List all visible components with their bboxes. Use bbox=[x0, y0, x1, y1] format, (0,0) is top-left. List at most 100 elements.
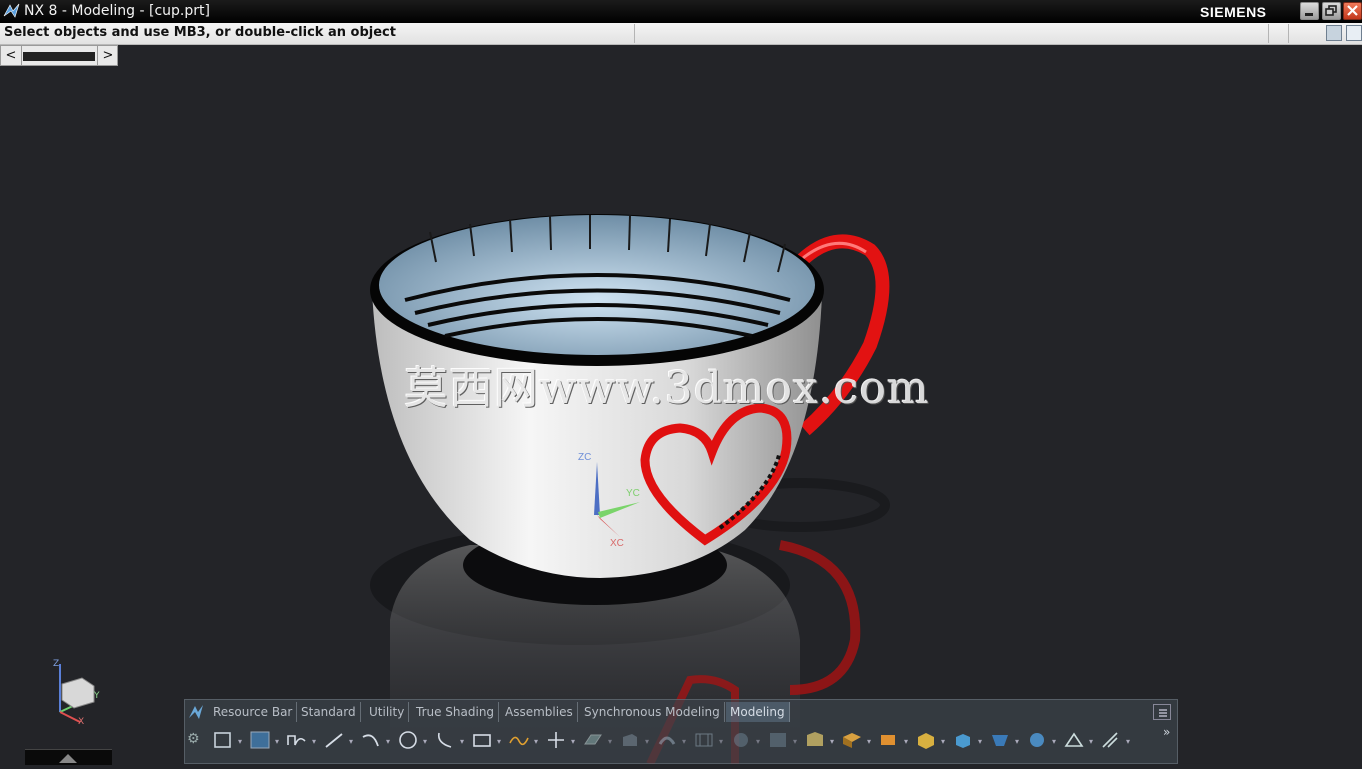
dropdown-caret-icon[interactable]: ▾ bbox=[386, 737, 390, 746]
dropdown-caret-icon[interactable]: ▾ bbox=[534, 737, 538, 746]
sketch-icon bbox=[214, 732, 231, 748]
nav-prev-button[interactable]: < bbox=[1, 46, 22, 65]
dropdown-caret-icon[interactable]: ▾ bbox=[682, 737, 686, 746]
csys-zc-label: ZC bbox=[578, 452, 592, 463]
rectangle-button[interactable]: ▾ bbox=[470, 729, 501, 751]
dropdown-caret-icon[interactable]: ▾ bbox=[941, 737, 945, 746]
cylinder-icon bbox=[956, 734, 970, 748]
toolbar-tabs: Resource Bar Standard Utility True Shadi… bbox=[185, 700, 1177, 724]
point-icon bbox=[548, 732, 564, 748]
pad-icon bbox=[807, 732, 823, 746]
dropdown-caret-icon[interactable]: ▾ bbox=[978, 737, 982, 746]
restore-icon bbox=[1325, 5, 1337, 16]
block-button[interactable]: ▾ bbox=[914, 729, 945, 751]
customize-gear-icon[interactable]: ⚙ bbox=[187, 731, 203, 747]
extrude-button[interactable]: ▾ bbox=[618, 729, 649, 751]
circle-button[interactable]: ▾ bbox=[396, 729, 427, 751]
sketch-button[interactable]: ▾ bbox=[211, 729, 242, 751]
tab-resource-bar[interactable]: Resource Bar bbox=[209, 702, 298, 722]
groove-button[interactable]: ▾ bbox=[877, 729, 908, 751]
datum-plane-button[interactable]: ▾ bbox=[581, 729, 612, 751]
dropdown-caret-icon[interactable]: ▾ bbox=[830, 737, 834, 746]
siemens-logo: SIEMENS bbox=[1200, 4, 1267, 20]
dropdown-caret-icon[interactable]: ▾ bbox=[719, 737, 723, 746]
arc-button[interactable]: ▾ bbox=[359, 729, 390, 751]
modeling-toolbar: ⚙ » ▾ ▾ ▾ ▾ ▾ ▾ ▾ ▾ ▾ ▾ ▾ ▾ ▾ ▾ ▾ ▾ ▾ ▾ ▾ ▾ ▾ ▾ ▾ ▾ ▾ bbox=[185, 725, 1177, 763]
sketch-in-task-button[interactable]: ▾ bbox=[248, 729, 279, 751]
toolbar-dock: Resource Bar Standard Utility True Shadi… bbox=[184, 699, 1178, 764]
close-icon bbox=[1347, 5, 1358, 16]
circle-icon bbox=[399, 731, 417, 749]
curve-button[interactable]: ▾ bbox=[433, 729, 464, 751]
slot-button[interactable]: ▾ bbox=[840, 729, 871, 751]
dropdown-caret-icon[interactable]: ▾ bbox=[275, 737, 279, 746]
status-prompt: Select objects and use MB3, or double-cl… bbox=[4, 25, 396, 40]
dropdown-caret-icon[interactable]: ▾ bbox=[497, 737, 501, 746]
nx-logo-icon[interactable] bbox=[187, 703, 205, 721]
dropdown-caret-icon[interactable]: ▾ bbox=[793, 737, 797, 746]
minimize-button[interactable] bbox=[1300, 2, 1319, 20]
dropdown-caret-icon[interactable]: ▾ bbox=[1015, 737, 1019, 746]
close-button[interactable] bbox=[1343, 2, 1362, 20]
minimize-icon bbox=[1305, 13, 1313, 16]
tab-synchronous-modeling[interactable]: Synchronous Modeling bbox=[580, 702, 725, 722]
pad-button[interactable]: ▾ bbox=[803, 729, 834, 751]
selection-filter-icon[interactable] bbox=[1326, 25, 1342, 41]
dropdown-caret-icon[interactable]: ▾ bbox=[312, 737, 316, 746]
nav-scroll-track[interactable] bbox=[23, 52, 95, 61]
pocket-button[interactable]: ▾ bbox=[766, 729, 797, 751]
tab-assemblies[interactable]: Assemblies bbox=[501, 702, 578, 722]
extrude-icon bbox=[623, 734, 637, 746]
tab-true-shading[interactable]: True Shading bbox=[412, 702, 500, 722]
edge-blend-button[interactable]: ▾ bbox=[1062, 729, 1093, 751]
line-button[interactable]: ▾ bbox=[322, 729, 353, 751]
dropdown-caret-icon[interactable]: ▾ bbox=[608, 737, 612, 746]
sketch-in-task-icon bbox=[250, 731, 270, 749]
cue-line-tab[interactable] bbox=[25, 749, 112, 765]
studio-spline-icon bbox=[509, 736, 529, 746]
studio-spline-button[interactable]: ▾ bbox=[507, 729, 538, 751]
dropdown-caret-icon[interactable]: ▾ bbox=[571, 737, 575, 746]
toolbar-overflow-button[interactable]: » bbox=[1163, 725, 1170, 739]
dropdown-caret-icon[interactable]: ▾ bbox=[1126, 737, 1130, 746]
status-divider bbox=[1288, 24, 1289, 43]
dropdown-caret-icon[interactable]: ▾ bbox=[867, 737, 871, 746]
status-divider bbox=[1268, 24, 1269, 43]
dropdown-caret-icon[interactable]: ▾ bbox=[1052, 737, 1056, 746]
dropdown-caret-icon[interactable]: ▾ bbox=[904, 737, 908, 746]
boss-button[interactable]: ▾ bbox=[729, 729, 760, 751]
nx-app-icon[interactable] bbox=[3, 3, 21, 19]
window-layout-icon[interactable] bbox=[1346, 25, 1362, 41]
dropdown-caret-icon[interactable]: ▾ bbox=[460, 737, 464, 746]
edge-blend-icon bbox=[1064, 732, 1084, 747]
dropdown-caret-icon[interactable]: ▾ bbox=[756, 737, 760, 746]
tab-utility[interactable]: Utility bbox=[365, 702, 410, 722]
hole-button[interactable]: ▾ bbox=[692, 729, 723, 751]
boss-icon bbox=[734, 733, 748, 747]
curve-icon bbox=[437, 732, 452, 748]
arc-icon bbox=[362, 734, 379, 747]
dropdown-caret-icon[interactable]: ▾ bbox=[1089, 737, 1093, 746]
dropdown-caret-icon[interactable]: ▾ bbox=[238, 737, 242, 746]
dock-options-button[interactable] bbox=[1153, 704, 1171, 720]
nav-next-button[interactable]: > bbox=[97, 46, 118, 65]
hole-icon bbox=[695, 733, 713, 747]
dropdown-caret-icon[interactable]: ▾ bbox=[423, 737, 427, 746]
view-triad[interactable]: Z Y X bbox=[50, 656, 106, 726]
chamfer-button[interactable]: ▾ bbox=[1099, 729, 1130, 751]
tab-modeling[interactable]: Modeling bbox=[726, 702, 790, 722]
point-button[interactable]: ▾ bbox=[544, 729, 575, 751]
restore-button[interactable] bbox=[1322, 2, 1341, 20]
dropdown-caret-icon[interactable]: ▾ bbox=[645, 737, 649, 746]
profile-button[interactable]: ▾ bbox=[285, 729, 316, 751]
dropdown-caret-icon[interactable]: ▾ bbox=[349, 737, 353, 746]
csys-xc-label: XC bbox=[610, 538, 624, 549]
graphics-viewport[interactable]: 莫西网www.3dmox.com bbox=[0, 66, 1362, 764]
cylinder-button[interactable]: ▾ bbox=[951, 729, 982, 751]
sphere-button[interactable]: ▾ bbox=[1025, 729, 1056, 751]
cone-button[interactable]: ▾ bbox=[988, 729, 1019, 751]
sphere-icon bbox=[1030, 733, 1044, 747]
revolve-button[interactable]: ▾ bbox=[655, 729, 686, 751]
tab-standard[interactable]: Standard bbox=[297, 702, 361, 722]
rectangle-icon bbox=[473, 734, 491, 747]
